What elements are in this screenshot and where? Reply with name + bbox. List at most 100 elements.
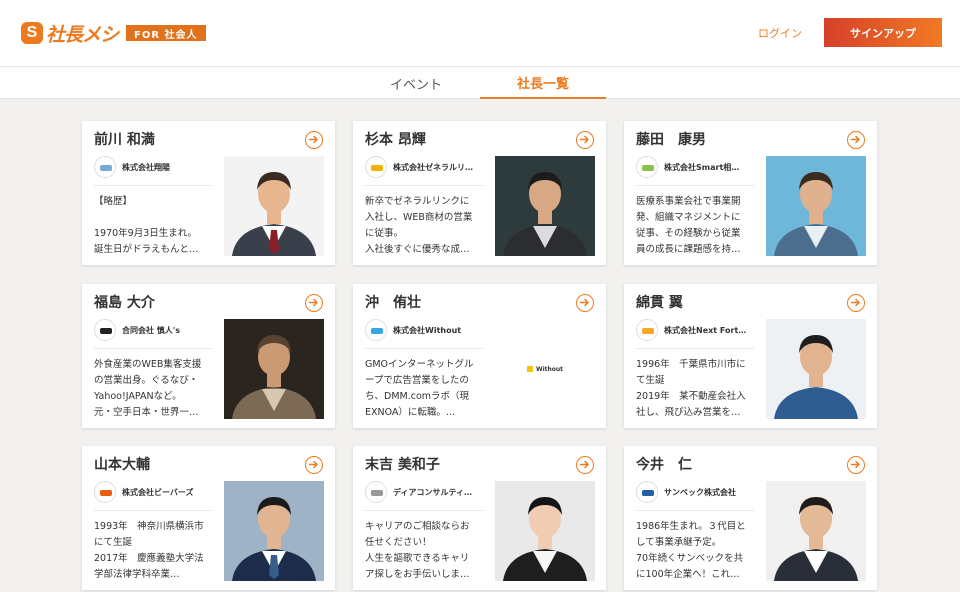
president-name[interactable]: 今井 仁 bbox=[636, 454, 692, 474]
bio-line: 元・空手日本・世界一… bbox=[94, 407, 199, 418]
bio-line bbox=[94, 210, 214, 226]
president-bio: 1993年 神奈川県横浜市 にて生誕 2017年 慶應義塾大学法 学部法律学科卒業… bbox=[94, 519, 214, 583]
bio-line: 1996年 千葉県市川市に bbox=[636, 359, 746, 370]
president-name[interactable]: 末吉 美和子 bbox=[365, 454, 440, 474]
logo-text: 社長メシ bbox=[46, 23, 119, 46]
president-card[interactable]: 前川 和満 株式会社翔陽 【略歴】 1970年9月3日生まれ。 誕生日がドラえもんと… bbox=[82, 121, 335, 265]
tab-president-list[interactable]: 社長一覧 bbox=[480, 67, 606, 99]
president-bio: 1986年生まれ。３代目と して事業承継予定。 70年続くサンベックを共 に100年企… bbox=[636, 519, 756, 583]
president-name[interactable]: 福島 大介 bbox=[94, 292, 155, 312]
president-bio: 1996年 千葉県市川市に て生誕 2019年 某不動産会社入 社し、飛び込み営業を… bbox=[636, 357, 756, 421]
president-card[interactable]: 福島 大介 合同会社 慎人's 外食産業のWEB集客支援 の営業出身。ぐるなび・ Y… bbox=[82, 284, 335, 428]
signup-button[interactable]: サインアップ bbox=[824, 18, 942, 47]
bio-line: して事業承継予定。 bbox=[636, 537, 722, 548]
president-card[interactable]: 末吉 美和子 ディアコンサルティ… キャリアのご相談ならお 任せください！ 人生を謳… bbox=[353, 446, 606, 590]
president-bio: キャリアのご相談ならお 任せください！ 人生を謳歌できるキャリ ア探しをお手伝いしま… bbox=[365, 519, 485, 583]
president-card[interactable]: 藤田 康男 株式会社Smart相… 医療系事業会社で事業開 発、組織マネジメントに… bbox=[624, 121, 877, 265]
site-logo[interactable]: S 社長メシ FOR 社会人 bbox=[21, 20, 206, 46]
divider bbox=[365, 185, 483, 186]
bio-line: Yahoo!JAPANなど。 bbox=[94, 391, 182, 402]
president-photo[interactable] bbox=[766, 156, 866, 256]
president-card[interactable]: 杉本 昂輝 株式会社ゼネラルリ… 新卒でゼネラルリンクに 入社し、WEB商材の営業… bbox=[353, 121, 606, 265]
bio-line: 外食産業のWEB集客支援 bbox=[94, 359, 202, 370]
bio-line: 社し、飛び込み営業を… bbox=[636, 407, 741, 418]
president-bio: GMOインターネットグル ープで広告営業をしたの ち、DMM.comラボ（現 EXNO… bbox=[365, 357, 485, 421]
bio-line: 1993年 神奈川県横浜市 bbox=[94, 521, 204, 532]
president-bio: 医療系事業会社で事業開 発、組織マネジメントに 従事、その経験から従業 員の成長に課題… bbox=[636, 194, 756, 258]
president-card[interactable]: 沖 侑壮 株式会社Without GMOインターネットグル ープで広告営業をしたの… bbox=[353, 284, 606, 428]
president-photo[interactable]: Without bbox=[495, 319, 595, 419]
bio-line: 員の成長に課題感を持… bbox=[636, 244, 741, 255]
president-photo[interactable] bbox=[495, 156, 595, 256]
bio-line: に100年企業へ！これ… bbox=[636, 569, 740, 580]
arrow-circle-icon[interactable] bbox=[847, 294, 865, 312]
president-photo[interactable] bbox=[766, 481, 866, 581]
bio-line: 入社後すぐに優秀な成… bbox=[365, 244, 470, 255]
divider bbox=[365, 510, 483, 511]
company-logo bbox=[636, 481, 658, 503]
bio-line: EXNOA）に転職。… bbox=[365, 407, 456, 418]
president-name[interactable]: 綿貫 翼 bbox=[636, 292, 683, 312]
company-name: 株式会社ビーバーズ bbox=[122, 488, 194, 497]
arrow-circle-icon[interactable] bbox=[305, 131, 323, 149]
president-name[interactable]: 杉本 昂輝 bbox=[365, 129, 426, 149]
company-name: 株式会社Next Fort… bbox=[664, 326, 747, 335]
arrow-circle-icon[interactable] bbox=[847, 456, 865, 474]
president-photo[interactable] bbox=[495, 481, 595, 581]
company-logo bbox=[365, 481, 387, 503]
president-bio: 外食産業のWEB集客支援 の営業出身。ぐるなび・ Yahoo!JAPANなど。元・空… bbox=[94, 357, 214, 421]
bio-line: 学部法律学科卒業… bbox=[94, 569, 180, 580]
bio-line: 誕生日がドラえもんと… bbox=[94, 244, 199, 255]
president-bio: 新卒でゼネラルリンクに 入社し、WEB商材の営業 に従事。 入社後すぐに優秀な成… bbox=[365, 194, 485, 258]
president-name[interactable]: 沖 侑壮 bbox=[365, 292, 421, 312]
company-name: 株式会社翔陽 bbox=[122, 163, 170, 172]
arrow-circle-icon[interactable] bbox=[305, 294, 323, 312]
bio-line: 2017年 慶應義塾大学法 bbox=[94, 553, 204, 564]
company-name: 株式会社Smart相… bbox=[664, 163, 740, 172]
arrow-circle-icon[interactable] bbox=[305, 456, 323, 474]
president-card[interactable]: 山本大輔 株式会社ビーバーズ 1993年 神奈川県横浜市 にて生誕 2017年 慶應… bbox=[82, 446, 335, 590]
logo-s-icon: S bbox=[21, 22, 43, 44]
president-photo[interactable] bbox=[224, 319, 324, 419]
bio-line: 新卒でゼネラルリンクに bbox=[365, 196, 470, 207]
bio-line: ープで広告営業をしたの bbox=[365, 375, 469, 386]
arrow-circle-icon[interactable] bbox=[576, 294, 594, 312]
bio-line: 発、組織マネジメントに bbox=[636, 212, 741, 223]
company-name: 合同会社 慎人's bbox=[122, 326, 180, 335]
bio-line: 医療系事業会社で事業開 bbox=[636, 196, 741, 207]
bio-line: て生誕 bbox=[636, 375, 665, 386]
president-bio: 【略歴】 1970年9月3日生まれ。 誕生日がドラえもんと… bbox=[94, 194, 214, 258]
company-logo bbox=[365, 319, 387, 341]
president-photo[interactable] bbox=[224, 481, 324, 581]
arrow-circle-icon[interactable] bbox=[576, 131, 594, 149]
divider bbox=[94, 185, 212, 186]
company-logo bbox=[636, 319, 658, 341]
company-logo bbox=[636, 156, 658, 178]
company-logo bbox=[94, 481, 116, 503]
tab-events[interactable]: イベント bbox=[353, 67, 479, 99]
site-header: S 社長メシ FOR 社会人 ログイン サインアップ bbox=[0, 0, 960, 66]
tab-bar: イベント 社長一覧 bbox=[0, 66, 960, 99]
president-card[interactable]: 綿貫 翼 株式会社Next Fort… 1996年 千葉県市川市に て生誕 2019… bbox=[624, 284, 877, 428]
bio-line: 1986年生まれ。３代目と bbox=[636, 521, 746, 532]
bio-line: にて生誕 bbox=[94, 537, 133, 548]
divider bbox=[636, 185, 754, 186]
bio-line: キャリアのご相談ならお bbox=[365, 521, 470, 532]
company-logo bbox=[94, 156, 116, 178]
arrow-circle-icon[interactable] bbox=[576, 456, 594, 474]
president-photo[interactable] bbox=[224, 156, 324, 256]
bio-line: の営業出身。ぐるなび・ bbox=[94, 375, 199, 386]
president-name[interactable]: 藤田 康男 bbox=[636, 129, 706, 149]
divider bbox=[365, 348, 483, 349]
president-name[interactable]: 前川 和満 bbox=[94, 129, 155, 149]
president-photo[interactable] bbox=[766, 319, 866, 419]
president-card[interactable]: 今井 仁 サンベック株式会社 1986年生まれ。３代目と して事業承継予定。 70年… bbox=[624, 446, 877, 590]
president-name[interactable]: 山本大輔 bbox=[94, 454, 150, 474]
login-link[interactable]: ログイン bbox=[758, 25, 802, 41]
bio-line: 任せください！ bbox=[365, 537, 432, 548]
divider bbox=[94, 348, 212, 349]
bio-line: GMOインターネットグル bbox=[365, 359, 474, 370]
arrow-circle-icon[interactable] bbox=[847, 131, 865, 149]
divider bbox=[636, 348, 754, 349]
bio-line: ち、DMM.comラボ（現 bbox=[365, 391, 470, 402]
